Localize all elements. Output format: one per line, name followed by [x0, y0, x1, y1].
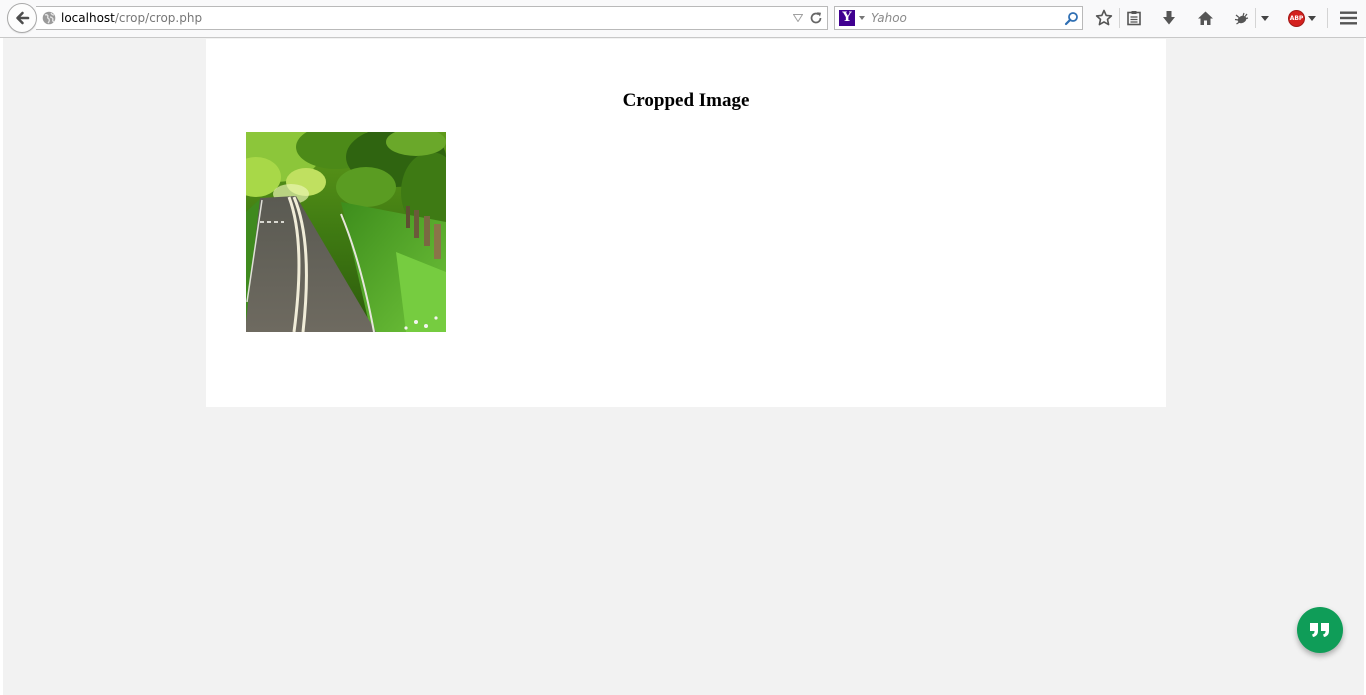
search-input[interactable]: Yahoo [871, 11, 907, 25]
yahoo-logo-icon[interactable]: Y [839, 10, 855, 26]
engine-dropdown-icon[interactable] [859, 16, 865, 20]
home-icon[interactable] [1196, 9, 1214, 27]
url-text[interactable]: localhost/crop/crop.php [61, 11, 202, 25]
star-icon[interactable] [1095, 9, 1113, 27]
dropdown-triangle-icon[interactable] [793, 14, 803, 22]
url-host: localhost [61, 11, 115, 25]
back-arrow-icon [16, 11, 30, 25]
chevron-down-icon[interactable] [1259, 9, 1271, 27]
bug-icon[interactable] [1232, 9, 1250, 27]
toolbar-separator [1119, 8, 1120, 28]
magnifier-icon[interactable] [1064, 11, 1079, 26]
download-arrow-icon[interactable] [1160, 9, 1178, 27]
cropped-road-photo [246, 132, 446, 332]
adblock-plus-icon[interactable]: ABP [1288, 10, 1305, 27]
search-bar[interactable]: Y Yahoo [834, 6, 1083, 30]
back-button[interactable] [7, 3, 37, 33]
browser-toolbar: localhost/crop/crop.php Y Yahoo ABP [0, 0, 1366, 38]
road-image [246, 132, 446, 332]
page-title: Cropped Image [622, 90, 750, 111]
hangouts-fab[interactable] [1297, 607, 1343, 653]
url-path: /crop/crop.php [114, 11, 203, 25]
adblock-dropdown-icon[interactable] [1307, 9, 1317, 27]
toolbar-separator [1255, 8, 1256, 28]
clipboard-icon[interactable] [1125, 9, 1143, 27]
hamburger-menu-icon[interactable] [1339, 9, 1357, 27]
content-card: Cropped Image [206, 39, 1166, 407]
quote-icon [1310, 623, 1329, 637]
toolbar-separator [1327, 8, 1328, 28]
reload-icon[interactable] [809, 11, 823, 25]
globe-icon[interactable] [42, 11, 56, 25]
browser-window: localhost/crop/crop.php Y Yahoo ABP Crop… [0, 0, 1366, 695]
address-bar[interactable]: localhost/crop/crop.php [36, 6, 828, 30]
window-border-left [0, 0, 3, 695]
